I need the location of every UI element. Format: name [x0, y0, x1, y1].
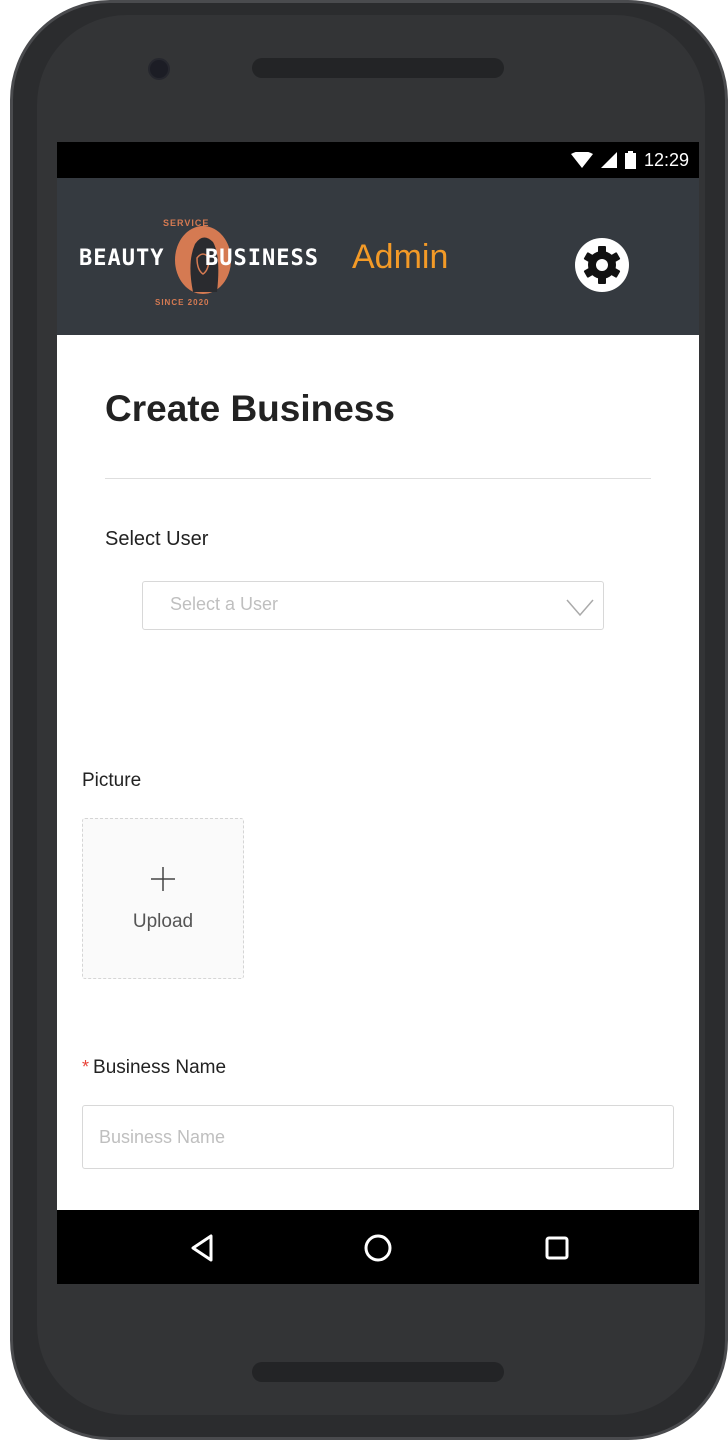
business-name-input[interactable]: Business Name [82, 1105, 674, 1169]
settings-button[interactable] [573, 236, 631, 294]
business-name-label-text: Business Name [93, 1057, 227, 1078]
business-name-placeholder: Business Name [99, 1127, 226, 1147]
speaker-top [252, 58, 504, 78]
select-user-label: Select User [105, 528, 209, 550]
camera [148, 58, 170, 80]
speaker-bottom [252, 1362, 504, 1382]
upload-picture-button[interactable]: Upload [82, 818, 244, 979]
logo-word-right: BUSINESS [205, 246, 319, 271]
battery-icon [624, 151, 636, 169]
select-user-placeholder: Select a User [170, 594, 279, 614]
picture-label: Picture [82, 770, 142, 791]
gear-icon [575, 238, 629, 292]
home-icon [364, 1234, 392, 1262]
logo-word-left: BEAUTY [79, 246, 165, 271]
status-time: 12:29 [643, 149, 689, 170]
business-name-label: * Business Name [82, 1057, 226, 1079]
app-header: SERVICE BEAUTY BUSINESS SINCE 2020 Admin [57, 178, 699, 335]
recents-button[interactable] [539, 1230, 575, 1266]
app-screen: 12:29 SERVICE BEAUTY BUSINESS SINCE 2020… [57, 142, 699, 1284]
signal-icon [600, 152, 617, 168]
header-title: Admin [352, 238, 449, 276]
status-icons: 12:29 [570, 148, 689, 172]
logo-tagline-bottom: SINCE 2020 [155, 298, 210, 307]
plus-icon [151, 867, 175, 891]
back-icon [191, 1234, 213, 1262]
chevron-down-icon [566, 599, 594, 617]
brand-logo[interactable]: SERVICE BEAUTY BUSINESS SINCE 2020 [79, 208, 319, 308]
status-bar: 12:29 [57, 142, 699, 178]
page-title: Create Business [105, 388, 395, 429]
home-button[interactable] [360, 1230, 396, 1266]
android-nav-bar [57, 1210, 699, 1284]
upload-label: Upload [132, 911, 194, 932]
select-user-dropdown[interactable]: Select a User [142, 581, 604, 630]
title-divider [105, 478, 651, 479]
back-button[interactable] [185, 1230, 221, 1266]
wifi-icon [570, 152, 593, 168]
recents-icon [545, 1236, 569, 1260]
required-marker: * [82, 1057, 90, 1077]
